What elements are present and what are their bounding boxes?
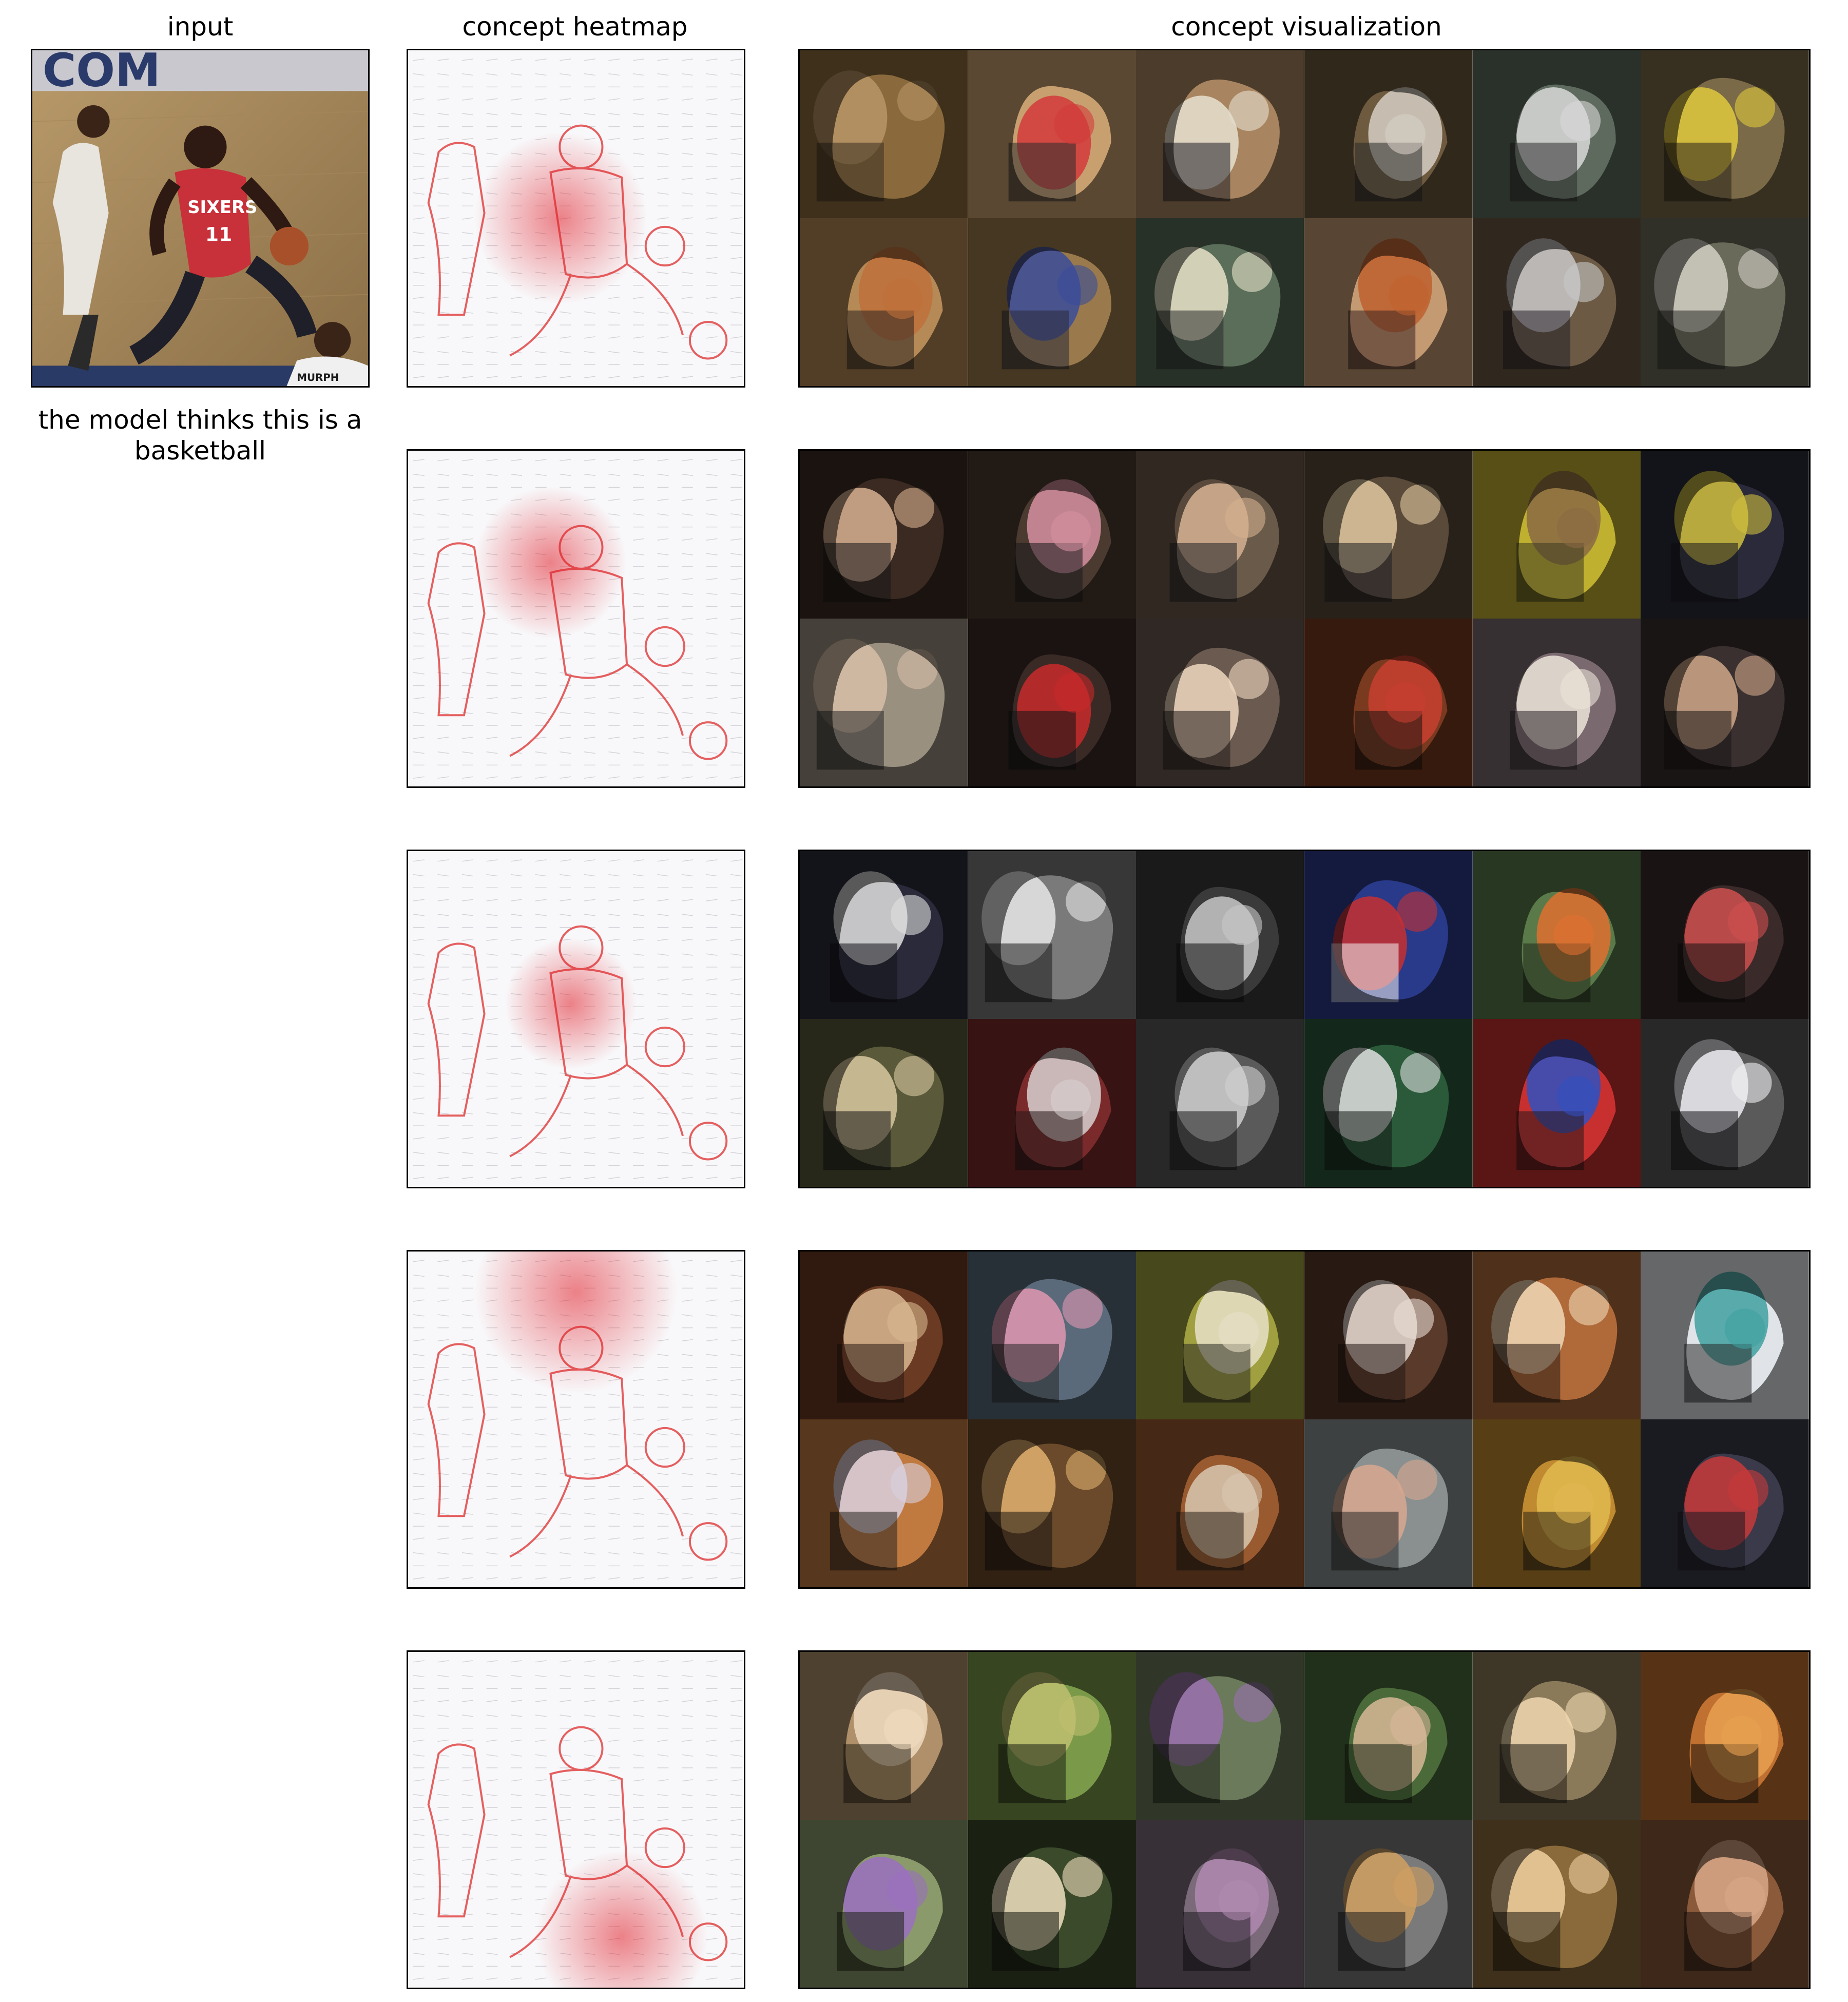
- concept-example-dining-table: [800, 1252, 968, 1419]
- concept-example-hockey-green: [1304, 1019, 1473, 1187]
- concept-example-wood-table: [1472, 1252, 1641, 1419]
- concept-example-crib: [800, 1419, 968, 1587]
- concept-visualization-grid: [798, 1250, 1811, 1589]
- concept-example-wedding-couple: [1304, 451, 1473, 619]
- concept-example-white-table: [1641, 1252, 1809, 1419]
- name-text: MURPH: [297, 372, 339, 383]
- concept-example-woman-photo: [800, 619, 968, 786]
- concept-example-man-in-suit: [800, 451, 968, 619]
- concept-example-man-thinking: [1641, 619, 1809, 786]
- concept-example-smiling-man: [1136, 451, 1304, 619]
- concept-example-green-bed: [1136, 1252, 1304, 1419]
- jersey-text: SIXERS: [187, 197, 257, 217]
- concept-example-basketball-player: [1136, 50, 1304, 218]
- concept-visualization-grid: [798, 449, 1811, 788]
- concept-example-armchair: [1304, 1419, 1473, 1587]
- concept-example-artichoke-cut: [1136, 1820, 1304, 1988]
- concept-example-artichoke: [968, 1652, 1137, 1820]
- heatmap-column-title: concept heatmap: [462, 12, 688, 42]
- concept-example-players-group: [1472, 218, 1641, 386]
- concept-example-quilt: [1641, 1419, 1809, 1587]
- concept-example-basketball-court: [800, 50, 968, 218]
- prediction-caption: the model thinks this is a basketball: [38, 405, 362, 466]
- concept-example-yellow-floor: [1472, 1419, 1641, 1587]
- concept-example-football-bw: [1136, 1019, 1304, 1187]
- concept-example-white-mushrooms: [968, 1820, 1137, 1988]
- concept-example-ginger-root: [1472, 1820, 1641, 1988]
- concept-example-groom-flower: [968, 451, 1137, 619]
- input-column-title: input: [167, 12, 234, 42]
- concept-example-man-portrait: [1472, 619, 1641, 786]
- concept-example-hockey-legs: [1304, 851, 1473, 1019]
- concept-heatmap: [407, 49, 745, 388]
- banner-text: COM: [43, 50, 161, 97]
- concept-example-football-scrum: [1136, 851, 1304, 1019]
- concept-example-hand-on-ball: [1304, 218, 1473, 386]
- concept-example-round-table: [1136, 1419, 1304, 1587]
- concept-example-traditional-dress: [1304, 619, 1473, 786]
- concept-example-mushroom-caps: [1472, 1652, 1641, 1820]
- concept-example-mushrooms: [800, 1652, 968, 1820]
- concept-visualization-grid: [798, 49, 1811, 388]
- concept-example-court-feet: [1472, 50, 1641, 218]
- concept-example-dribbling-player: [800, 218, 968, 386]
- concept-example-restaurant: [968, 1419, 1137, 1587]
- concept-example-crab-legs: [1304, 1820, 1473, 1988]
- concept-example-helmet: [968, 1019, 1137, 1187]
- concept-example-figs: [1641, 1820, 1809, 1988]
- concept-example-dining-room: [1304, 1252, 1473, 1419]
- concept-example-player-legs: [1304, 50, 1473, 218]
- concept-heatmap: [407, 850, 745, 1188]
- concept-example-hockey-red: [1472, 1019, 1641, 1187]
- visualization-column-title: concept visualization: [1171, 12, 1442, 42]
- concept-example-player-on-court: [1641, 50, 1809, 218]
- concept-example-hockey-ice: [1641, 1019, 1809, 1187]
- concept-example-football-player-10: [1472, 851, 1641, 1019]
- concept-visualization-grid: [798, 1650, 1811, 1989]
- concept-example-baseball-team-bw: [968, 851, 1137, 1019]
- concept-example-pink-bed: [968, 1252, 1137, 1419]
- concept-example-costume-people: [1641, 451, 1809, 619]
- concept-example-face-closeup: [1472, 451, 1641, 619]
- concept-heatmap: [407, 449, 745, 788]
- concept-example-artichoke-purple: [1136, 1652, 1304, 1820]
- concept-example-mushroom-grass: [1304, 1652, 1473, 1820]
- concept-heatmap: [407, 1250, 745, 1589]
- jersey-number: 11: [205, 223, 232, 246]
- concept-example-officials: [968, 619, 1137, 786]
- concept-example-player-portrait: [1136, 218, 1304, 386]
- concept-example-basketball-players: [968, 50, 1137, 218]
- concept-example-artichoke-flower: [800, 1820, 968, 1988]
- concept-heatmap: [407, 1650, 745, 1989]
- concept-example-hockey-players: [800, 1019, 968, 1187]
- concept-example-volleyball-team: [1641, 851, 1809, 1019]
- concept-example-player-legs-court: [968, 218, 1137, 386]
- concept-example-child-face: [1136, 619, 1304, 786]
- concept-visualization-grid: [798, 850, 1811, 1188]
- concept-example-football-players: [800, 851, 968, 1019]
- concept-example-volleyball-court: [1641, 218, 1809, 386]
- concept-example-orange-mushrooms: [1641, 1652, 1809, 1820]
- input-image: COM SIXERS 11 MURPH: [31, 49, 370, 388]
